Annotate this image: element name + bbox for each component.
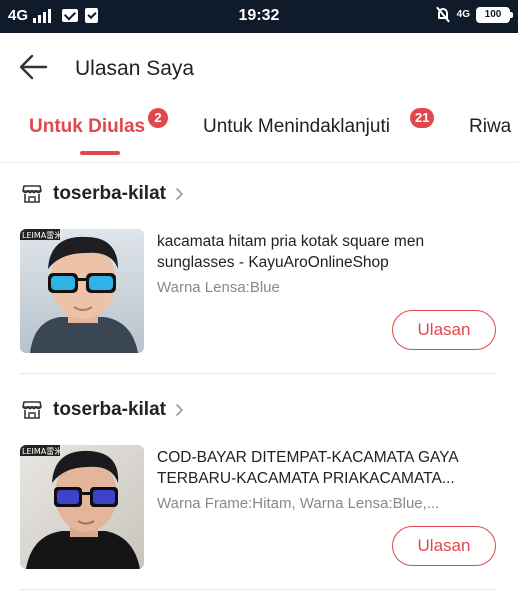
tab-badge-count: 2: [148, 108, 168, 128]
store-header[interactable]: toserba-kilat: [22, 396, 184, 424]
app-header: Ulasan Saya: [0, 33, 518, 103]
store-header[interactable]: toserba-kilat: [22, 180, 184, 208]
product-thumbnail[interactable]: LEIMA雷米: [20, 229, 144, 353]
tab-bar: Untuk Diulas Untuk Menindaklanjuti Riwa: [0, 103, 518, 163]
store-icon: [22, 401, 42, 419]
thumbnail-brand-label: LEIMA雷米: [22, 230, 62, 240]
chevron-right-icon: [176, 188, 184, 200]
store-name: toserba-kilat: [53, 183, 166, 204]
review-button[interactable]: Ulasan: [392, 526, 496, 566]
thumbnail-brand-label: LEIMA雷米: [22, 446, 62, 456]
product-variant: Warna Lensa:Blue: [157, 279, 280, 296]
battery-icon: 100: [476, 6, 513, 23]
product-item[interactable]: LEIMA雷米 kacamata hitam pria kotak square…: [20, 229, 496, 353]
tab-untuk-menindaklanjuti[interactable]: Untuk Menindaklanjuti: [203, 116, 390, 138]
review-button[interactable]: Ulasan: [392, 310, 496, 350]
tab-untuk-diulas[interactable]: Untuk Diulas: [29, 116, 145, 138]
product-variant: Warna Frame:Hitam, Warna Lensa:Blue,...: [157, 495, 440, 512]
product-title: kacamata hitam pria kotak square men sun…: [157, 233, 425, 271]
divider: [20, 589, 496, 590]
network-small-label: 4G: [456, 8, 470, 20]
page-title: Ulasan Saya: [75, 57, 195, 80]
product-thumbnail[interactable]: LEIMA雷米: [20, 445, 144, 569]
chevron-right-icon: [176, 404, 184, 416]
notifications-off-icon: [435, 6, 451, 23]
active-tab-indicator: [80, 151, 120, 155]
store-name: toserba-kilat: [53, 399, 166, 420]
tab-badge-count: 21: [410, 108, 435, 128]
tab-riwayat[interactable]: Riwa: [469, 116, 511, 138]
status-bar: 4G 19:32 4G 100: [0, 0, 518, 33]
product-item[interactable]: LEIMA雷米 COD-BAYAR DITEMPAT-KACAMATA GAYA…: [20, 445, 496, 569]
store-icon: [22, 185, 42, 203]
divider: [20, 373, 496, 374]
product-title: COD-BAYAR DITEMPAT-KACAMATA GAYA TERBARU…: [157, 449, 458, 487]
status-right: 4G 100: [435, 6, 513, 23]
back-arrow-icon[interactable]: [18, 53, 48, 81]
